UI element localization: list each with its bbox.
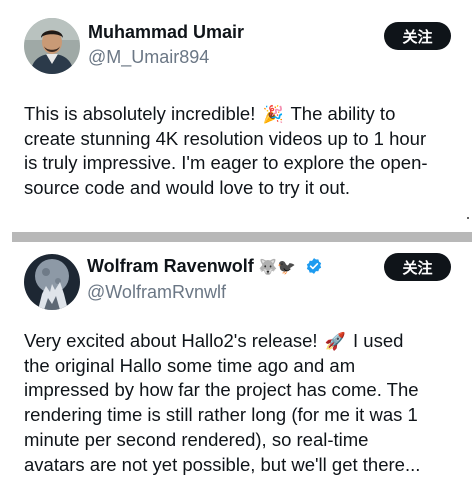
user-handle[interactable]: @M_Umair894 — [88, 47, 209, 68]
avatar[interactable] — [24, 18, 80, 74]
tweet-text-segment: I used — [347, 330, 404, 351]
tweet-text-line: Very excited about Hallo2's release! 🚀 I… — [24, 329, 464, 354]
divider-mark — [467, 217, 469, 219]
rocket-emoji-icon: 🚀 — [324, 332, 346, 351]
avatar[interactable] — [24, 254, 80, 310]
tweet-text-line: the original Hallo some time ago and am — [24, 354, 356, 376]
tweet-text-line: create stunning 4K resolution videos up … — [24, 127, 427, 149]
tweet-text: Very excited about Hallo2's release! 🚀 I… — [24, 329, 464, 477]
tweet-text-line: This is absolutely incredible! 🎉 The abi… — [24, 102, 464, 127]
follow-button[interactable]: 关注 — [384, 22, 451, 50]
tweet-text-segment: The ability to — [285, 103, 396, 124]
tweet-text-line: avatars are not yet possible, but we'll … — [24, 453, 421, 475]
wolf-bird-emoji-icon: 🐺🐦‍⬛ — [258, 259, 297, 276]
user-display-name[interactable]: Wolfram Ravenwolf 🐺🐦‍⬛ — [87, 256, 323, 277]
tweet-card-2: Wolfram Ravenwolf 🐺🐦‍⬛ @WolframRvnwlf 关注… — [0, 242, 472, 501]
tweet-separator — [12, 232, 472, 242]
user-display-name[interactable]: Muhammad Umair — [88, 22, 244, 43]
display-name-text: Wolfram Ravenwolf — [87, 256, 254, 276]
tweet-text-line: minute per second rendered), so real-tim… — [24, 428, 369, 450]
tweet-text-segment: Very excited about Hallo2's release! — [24, 330, 323, 351]
tweet-text-line: source code and would love to try it out… — [24, 177, 350, 199]
profile-photo-icon — [24, 18, 80, 74]
user-handle[interactable]: @WolframRvnwlf — [87, 282, 226, 303]
tweet-text: This is absolutely incredible! 🎉 The abi… — [24, 102, 464, 201]
tweet-text-line: rendering time is still rather long (for… — [24, 404, 418, 426]
wolf-moon-avatar-icon — [24, 254, 80, 310]
tweet-text-line: impressed by how far the project has com… — [24, 379, 419, 401]
verified-badge-icon — [306, 258, 322, 274]
tweet-text-segment: This is absolutely incredible! — [24, 103, 261, 124]
follow-button[interactable]: 关注 — [384, 253, 451, 281]
tweet-card-1: Muhammad Umair @M_Umair894 关注 This is ab… — [0, 0, 472, 228]
tweet-text-line: is truly impressive. I'm eager to explor… — [24, 152, 428, 174]
party-popper-emoji-icon: 🎉 — [262, 105, 284, 124]
